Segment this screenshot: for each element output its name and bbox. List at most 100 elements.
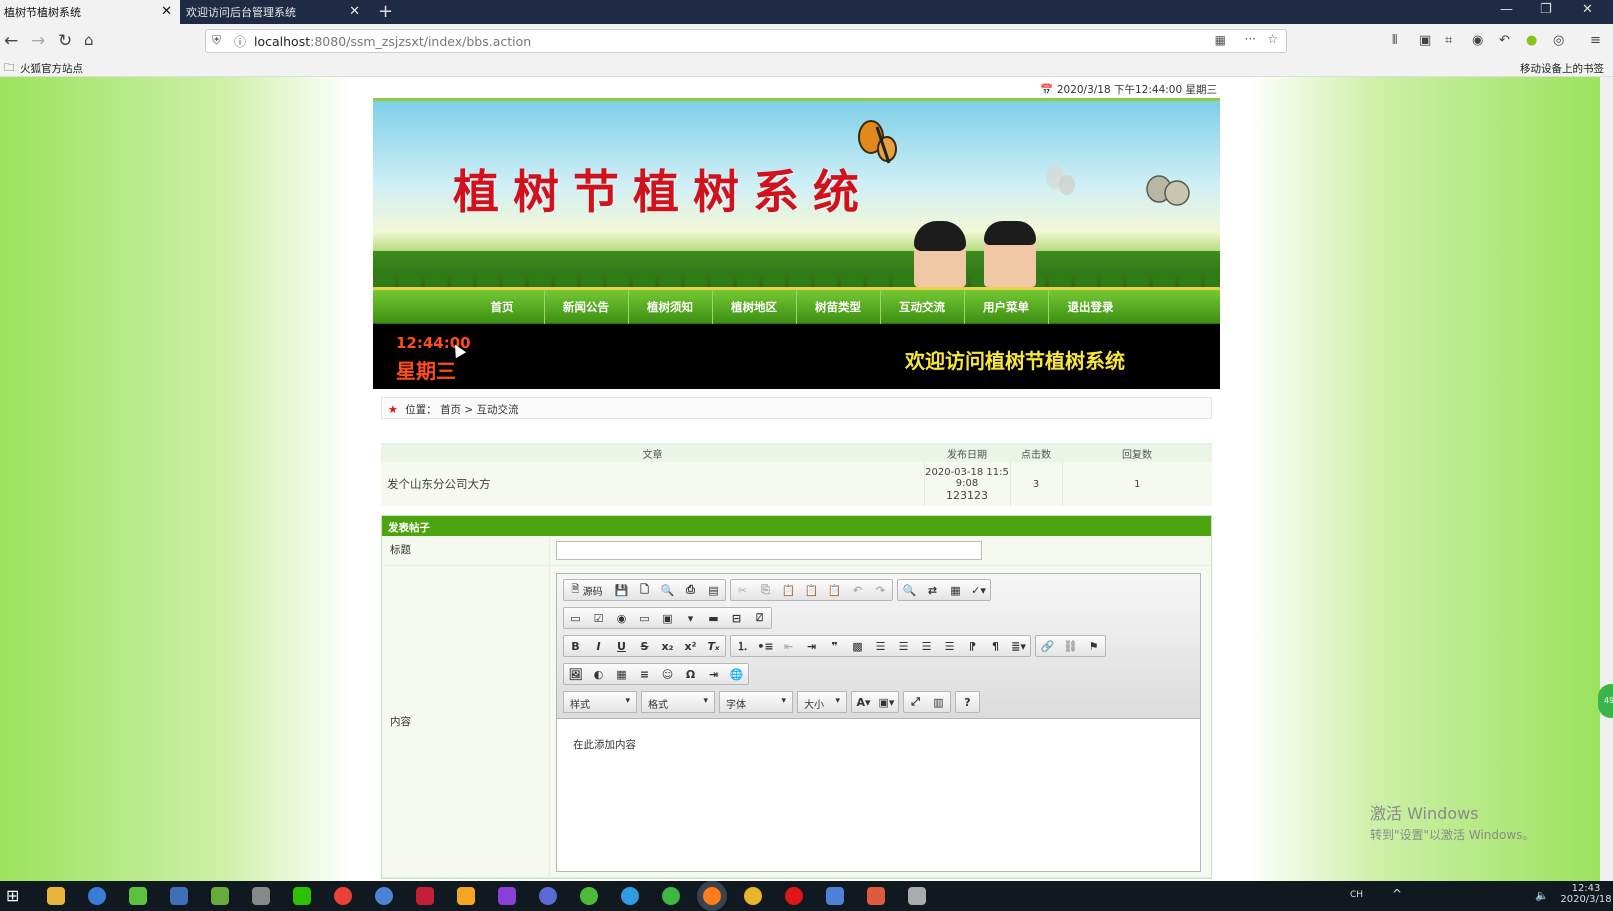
menu-forum[interactable]: 互动交流 [881, 290, 965, 324]
find-icon[interactable]: 🔍 [898, 580, 921, 600]
vertical-scrollbar[interactable] [1600, 77, 1613, 881]
menu-regions[interactable]: 植树地区 [713, 290, 797, 324]
subscript-icon[interactable]: x₂ [656, 636, 679, 656]
mobile-bookmarks[interactable]: 移动设备上的书签 [1520, 61, 1604, 76]
menu-logout[interactable]: 退出登录 [1049, 290, 1133, 324]
button-icon[interactable]: ▬ [702, 608, 725, 628]
language-icon[interactable]: ≣▾ [1007, 636, 1030, 656]
account-icon[interactable]: ◎ [1553, 33, 1564, 48]
hidden-field-icon[interactable]: ⍁ [748, 608, 771, 628]
size-combo[interactable]: 大小 [797, 691, 847, 713]
bold-icon[interactable]: B [564, 636, 587, 656]
select-all-icon[interactable]: ▦ [944, 580, 967, 600]
home-icon[interactable]: ⌂ [84, 31, 94, 49]
breadcrumb-home[interactable]: 首页 [440, 404, 461, 416]
app-icon[interactable] [539, 887, 557, 905]
tab-admin[interactable]: 欢迎访问后台管理系统 ✕ [182, 0, 368, 24]
menu-news[interactable]: 新闻公告 [545, 290, 629, 324]
style-combo[interactable]: 样式 [563, 691, 637, 713]
checkbox-icon[interactable]: ☑ [587, 608, 610, 628]
iframe-icon[interactable]: 🌐 [725, 664, 748, 684]
post-subject[interactable]: 发个山东分公司大方 [381, 462, 924, 506]
app-icon[interactable] [375, 887, 393, 905]
input-method-icon[interactable]: CH [1350, 890, 1363, 900]
italic-icon[interactable]: I [587, 636, 610, 656]
blockquote-icon[interactable]: ❞ [823, 636, 846, 656]
app-icon[interactable] [88, 887, 106, 905]
new-tab-icon[interactable]: + [378, 1, 393, 22]
editor-content-area[interactable]: 在此添加内容 [557, 719, 1200, 871]
app-icon[interactable] [170, 887, 188, 905]
select-icon[interactable]: ▾ [679, 608, 702, 628]
app-icon[interactable] [580, 887, 598, 905]
save-icon[interactable]: 💾 [610, 580, 633, 600]
minimize-icon[interactable]: — [1500, 2, 1513, 17]
title-input[interactable] [556, 541, 982, 560]
numbered-list-icon[interactable]: ⒈ [731, 636, 754, 656]
windows-start-icon[interactable]: ⊞ [6, 886, 19, 905]
app-icon[interactable] [129, 887, 147, 905]
format-combo[interactable]: 格式 [641, 691, 715, 713]
radio-icon[interactable]: ◉ [610, 608, 633, 628]
app-icon[interactable] [621, 887, 639, 905]
table-row[interactable]: 发个山东分公司大方 2020-03-18 11:5 9:08 123123 3 … [381, 462, 1212, 506]
indent-icon[interactable]: ⇥ [800, 636, 823, 656]
unlink-icon[interactable]: ⛓ [1059, 636, 1082, 656]
sidebar-icon[interactable]: ▣ [1419, 33, 1431, 48]
justify-icon[interactable]: ☰ [938, 636, 961, 656]
special-char-icon[interactable]: Ω [679, 664, 702, 684]
visual-studio-icon[interactable] [498, 887, 516, 905]
bookmark-star-icon[interactable]: ☆ [1267, 32, 1278, 46]
file-explorer-icon[interactable] [47, 887, 65, 905]
undo-icon[interactable]: ↶ [846, 580, 869, 600]
table-icon[interactable]: ▦ [610, 664, 633, 684]
menu-home[interactable]: 首页 [461, 290, 545, 324]
menu-user[interactable]: 用户菜单 [965, 290, 1049, 324]
anchor-icon[interactable]: ⚑ [1082, 636, 1105, 656]
outdent-icon[interactable]: ⇤ [777, 636, 800, 656]
preview-icon[interactable]: 🔍 [656, 580, 679, 600]
textarea-icon[interactable]: ▣ [656, 608, 679, 628]
image-icon[interactable]: 🖼 [564, 664, 587, 684]
remove-format-icon[interactable]: Tₓ [702, 636, 725, 656]
forward-icon[interactable]: → [31, 31, 45, 51]
redo-icon[interactable]: ↷ [869, 580, 892, 600]
opera-icon[interactable] [785, 887, 803, 905]
firefox-icon[interactable] [703, 887, 721, 905]
intellij-icon[interactable] [416, 887, 434, 905]
templates-icon[interactable]: ▤ [702, 580, 725, 600]
replace-icon[interactable]: ⇄ [921, 580, 944, 600]
help-icon[interactable]: ? [956, 692, 979, 712]
menu-guide[interactable]: 植树须知 [629, 290, 713, 324]
paste-text-icon[interactable]: 📋 [800, 580, 823, 600]
link-icon[interactable]: 🔗 [1036, 636, 1059, 656]
spellcheck-icon[interactable]: ✓▾ [967, 580, 990, 600]
strike-icon[interactable]: S [633, 636, 656, 656]
screenshot-icon[interactable]: ⌗ [1445, 33, 1452, 48]
volume-icon[interactable]: 🔈 [1535, 889, 1549, 902]
cut-icon[interactable]: ✂ [731, 580, 754, 600]
bulleted-list-icon[interactable]: •≡ [754, 636, 777, 656]
font-combo[interactable]: 字体 [719, 691, 793, 713]
source-button[interactable]: 🗎 源码 [564, 580, 610, 600]
text-color-icon[interactable]: A▾ [852, 692, 875, 712]
align-right-icon[interactable]: ☰ [915, 636, 938, 656]
smiley-icon[interactable]: ☺ [656, 664, 679, 684]
align-left-icon[interactable]: ☰ [869, 636, 892, 656]
horizontal-rule-icon[interactable]: ≡ [633, 664, 656, 684]
taskbar-clock[interactable]: 12:43 2020/3/18 [1560, 883, 1612, 905]
restore-icon[interactable]: ❐ [1540, 2, 1552, 17]
maximize-icon[interactable]: ⤢ [904, 692, 927, 712]
new-page-icon[interactable]: 🗋 [633, 580, 656, 600]
wechat-icon[interactable] [293, 887, 311, 905]
app-icon[interactable] [457, 887, 475, 905]
extension-icon[interactable]: ● [1526, 33, 1537, 48]
div-container-icon[interactable]: ▩ [846, 636, 869, 656]
app-icon[interactable] [252, 887, 270, 905]
menu-seedling-types[interactable]: 树苗类型 [797, 290, 881, 324]
page-break-icon[interactable]: ⇥ [702, 664, 725, 684]
app-icon[interactable] [662, 887, 680, 905]
floating-badge-icon[interactable]: 49 [1598, 684, 1613, 718]
paste-icon[interactable]: 📋 [777, 580, 800, 600]
url-bar[interactable]: ⛨ ⓘ localhost:8080/ssm_zsjzsxt/index/bbs… [205, 29, 1287, 53]
